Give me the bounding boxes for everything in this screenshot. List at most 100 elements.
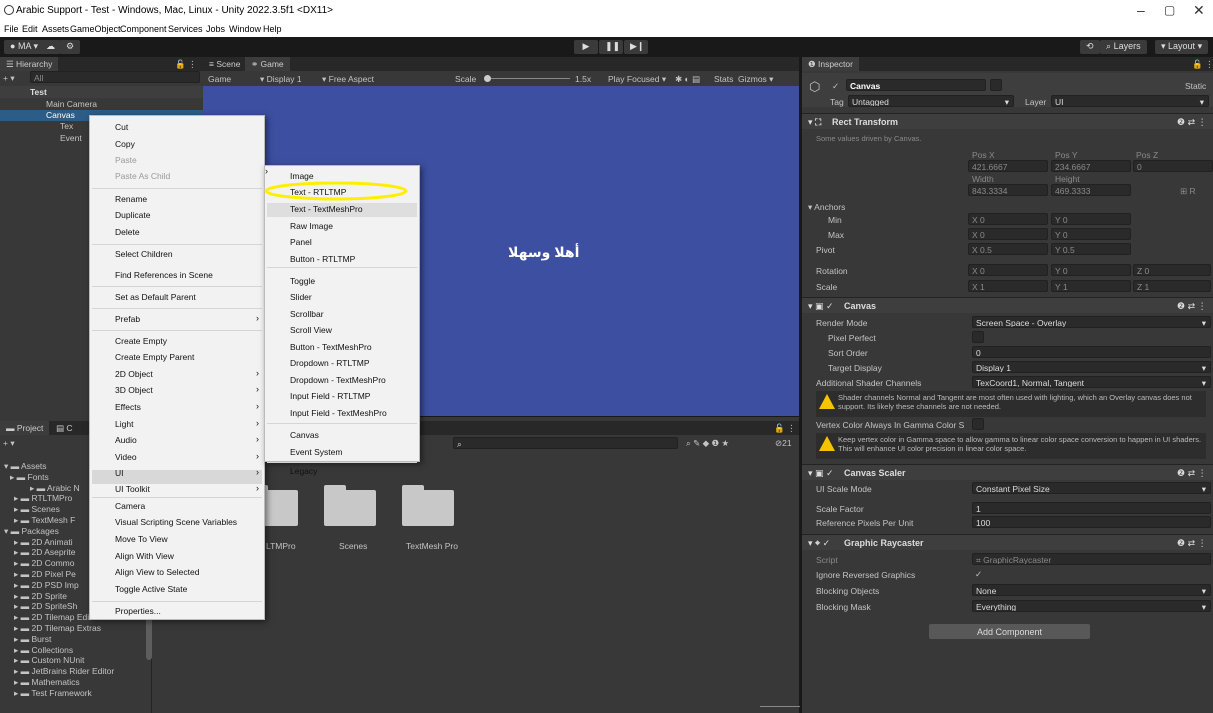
layout-dropdown[interactable]: ▾ Layout ▾ <box>1155 40 1209 54</box>
posy-field[interactable]: 234.6667 <box>1051 160 1131 172</box>
icon-size-slider[interactable] <box>760 706 800 707</box>
undo-history-button[interactable]: ⟲ <box>1080 40 1100 54</box>
inspector-lock-icon[interactable]: 🔓 ⋮ <box>1192 59 1213 70</box>
project-tree-item[interactable]: ▸ ▬ 2D Commo <box>14 558 74 569</box>
project-tree-item[interactable]: ▸ ▬ 2D SpriteSh <box>14 601 77 612</box>
menu-assets[interactable]: Assets <box>42 24 69 34</box>
project-tree-item[interactable]: ▸ ▬ 2D Aseprite <box>14 547 75 558</box>
context-menu-item[interactable]: Set as Default Parent <box>115 292 196 302</box>
posx-field[interactable]: 421.6667 <box>968 160 1048 172</box>
target-display-dropdown[interactable]: Display 1 ▾ <box>972 361 1211 373</box>
context-menu-item[interactable]: Align With View <box>115 551 174 561</box>
ui-submenu-item[interactable]: Event System <box>290 447 342 457</box>
project-lock-icon[interactable]: 🔓 ⋮ <box>774 423 795 434</box>
context-menu-item[interactable]: Select Children <box>115 249 173 259</box>
height-field[interactable]: 469.3333 <box>1051 184 1131 196</box>
ui-submenu-item[interactable]: Scrollbar <box>290 309 324 319</box>
hierarchy-item-text[interactable]: Tex <box>60 121 73 131</box>
context-menu-item[interactable]: Rename <box>115 194 147 204</box>
menu-help[interactable]: Help <box>263 24 282 34</box>
ui-submenu-item[interactable]: Text - TextMeshPro <box>290 204 363 214</box>
play-button[interactable]: ▶ <box>574 40 598 54</box>
scaler-menu-icon[interactable]: ❷ ⇄ ⋮ <box>1177 468 1207 479</box>
menu-window[interactable]: Window <box>229 24 261 34</box>
display-dropdown[interactable]: ▾ Display 1 <box>260 74 302 85</box>
render-mode-dropdown[interactable]: Screen Space - Overlay ▾ <box>972 316 1211 328</box>
context-menu-item[interactable]: Find References in Scene <box>115 270 213 280</box>
menu-component[interactable]: Component <box>120 24 167 34</box>
project-tree-item[interactable]: ▸ ▬ 2D Pixel Pe <box>14 569 76 580</box>
ui-submenu-item[interactable]: Toggle <box>290 276 315 286</box>
anchors-foldout[interactable]: ▾ Anchors <box>808 202 845 213</box>
ignore-reversed-checkbox[interactable]: ✓ <box>975 569 982 580</box>
project-filter-icons[interactable]: ⌕ ✎ ◆ ❶ ★ <box>686 438 729 449</box>
raycaster-menu-icon[interactable]: ❷ ⇄ ⋮ <box>1177 538 1207 549</box>
blueprint-raw-buttons[interactable]: ⊞ R <box>1180 186 1196 197</box>
hierarchy-item-main-camera[interactable]: Main Camera <box>46 99 97 109</box>
ui-submenu-item[interactable]: Input Field - TextMeshPro <box>290 408 387 418</box>
ui-submenu-item[interactable]: Panel <box>290 237 312 247</box>
tab-game[interactable]: ⚭ Game <box>245 57 290 71</box>
pixel-perfect-checkbox[interactable] <box>972 331 984 343</box>
context-menu-item[interactable]: Align View to Selected <box>115 567 199 577</box>
context-menu-item[interactable]: 2D Object <box>115 369 153 379</box>
scale-y[interactable]: Y 1 <box>1051 280 1131 292</box>
posz-field[interactable]: 0 <box>1133 160 1213 172</box>
blocking-mask-dropdown[interactable]: Everything ▾ <box>972 600 1211 612</box>
folder-textmeshpro-icon[interactable] <box>402 485 454 526</box>
tab-hierarchy[interactable]: ☰ Hierarchy <box>0 57 59 71</box>
project-tree-item[interactable]: ▸ ▬ Custom NUnit <box>14 655 84 666</box>
menu-edit[interactable]: Edit <box>22 24 38 34</box>
context-menu-item[interactable]: Copy <box>115 139 135 149</box>
context-menu-item[interactable]: Duplicate <box>115 210 150 220</box>
context-menu-item[interactable]: Delete <box>115 227 140 237</box>
ui-submenu-item[interactable]: Scroll View <box>290 325 332 335</box>
ui-submenu-item[interactable]: Button - RTLTMP <box>290 254 355 264</box>
pause-button[interactable]: ❚❚ <box>599 40 623 54</box>
project-tree-item[interactable]: ▸ ▬ Collections <box>14 645 73 656</box>
project-tree-item[interactable]: ▸ ▬ RTLTMPro <box>14 493 72 504</box>
anchor-max-y[interactable]: Y 0 <box>1051 228 1131 240</box>
width-field[interactable]: 843.3334 <box>968 184 1048 196</box>
layers-dropdown[interactable]: ⌕ Layers <box>1100 40 1147 54</box>
project-create-button[interactable]: + ▾ <box>3 438 15 449</box>
project-tree-item[interactable]: ▸ ▬ Burst <box>14 634 51 645</box>
ui-submenu-item[interactable]: Input Field - RTLTMP <box>290 391 370 401</box>
game-view-icons[interactable]: ✱ ◐ ▤ <box>675 74 700 85</box>
layer-dropdown[interactable]: UI ▾ <box>1051 95 1209 107</box>
hierarchy-item-eventsystem[interactable]: Event <box>60 133 82 143</box>
rotation-x[interactable]: X 0 <box>968 264 1048 276</box>
tab-scene[interactable]: ≡ Scene <box>203 57 246 71</box>
context-menu-item[interactable]: Move To View <box>115 534 168 544</box>
project-tree-item[interactable]: ▸ ▬ Test Framework <box>14 688 92 699</box>
stats-toggle[interactable]: Stats <box>714 74 733 84</box>
canvas-component-header[interactable]: ▾ ▣ ✓ Canvas ❷ ⇄ ⋮ <box>802 297 1213 313</box>
scale-x[interactable]: X 1 <box>968 280 1048 292</box>
project-tree-item[interactable]: ▾ ▬ Packages <box>4 526 59 537</box>
close-button[interactable]: ✕ <box>1193 2 1205 19</box>
ui-submenu-item[interactable]: Legacy <box>290 466 317 476</box>
ui-submenu-item[interactable]: Dropdown - RTLTMP <box>290 358 370 368</box>
rect-transform-header[interactable]: ▾ ⛶ Rect Transform ❷ ⇄ ⋮ <box>802 113 1213 129</box>
shader-channels-dropdown[interactable]: TexCoord1, Normal, Tangent ▾ <box>972 376 1211 388</box>
context-menu-item[interactable]: Paste <box>115 155 137 165</box>
context-menu-item[interactable]: Prefab <box>115 314 140 324</box>
project-tree-item[interactable]: ▸ ▬ Scenes <box>14 504 60 515</box>
project-tree-item[interactable]: ▸ ▬ 2D Tilemap Extras <box>14 623 101 634</box>
scale-slider-handle[interactable] <box>484 75 491 82</box>
context-menu-item[interactable]: Create Empty Parent <box>115 352 194 362</box>
tag-dropdown[interactable]: Untagged ▾ <box>848 95 1014 107</box>
game-mode-dropdown[interactable]: Game <box>208 74 231 84</box>
script-field[interactable]: ⌗ GraphicRaycaster <box>972 553 1211 565</box>
pivot-y[interactable]: Y 0.5 <box>1051 243 1131 255</box>
rotation-z[interactable]: Z 0 <box>1133 264 1211 276</box>
ui-submenu-item[interactable]: Slider <box>290 292 312 302</box>
context-menu-item[interactable]: Visual Scripting Scene Variables <box>115 517 237 527</box>
tab-project[interactable]: ▬ Project <box>0 421 50 435</box>
cloud-button[interactable]: ☁ <box>40 40 61 54</box>
create-button[interactable]: + ▾ <box>3 73 15 84</box>
context-menu-item[interactable]: UI <box>115 468 124 478</box>
gizmos-toggle[interactable]: Gizmos ▾ <box>738 74 773 85</box>
project-tree-item[interactable]: ▸ ▬ TextMesh F <box>14 515 75 526</box>
ref-pixels-field[interactable]: 100 <box>972 516 1211 528</box>
